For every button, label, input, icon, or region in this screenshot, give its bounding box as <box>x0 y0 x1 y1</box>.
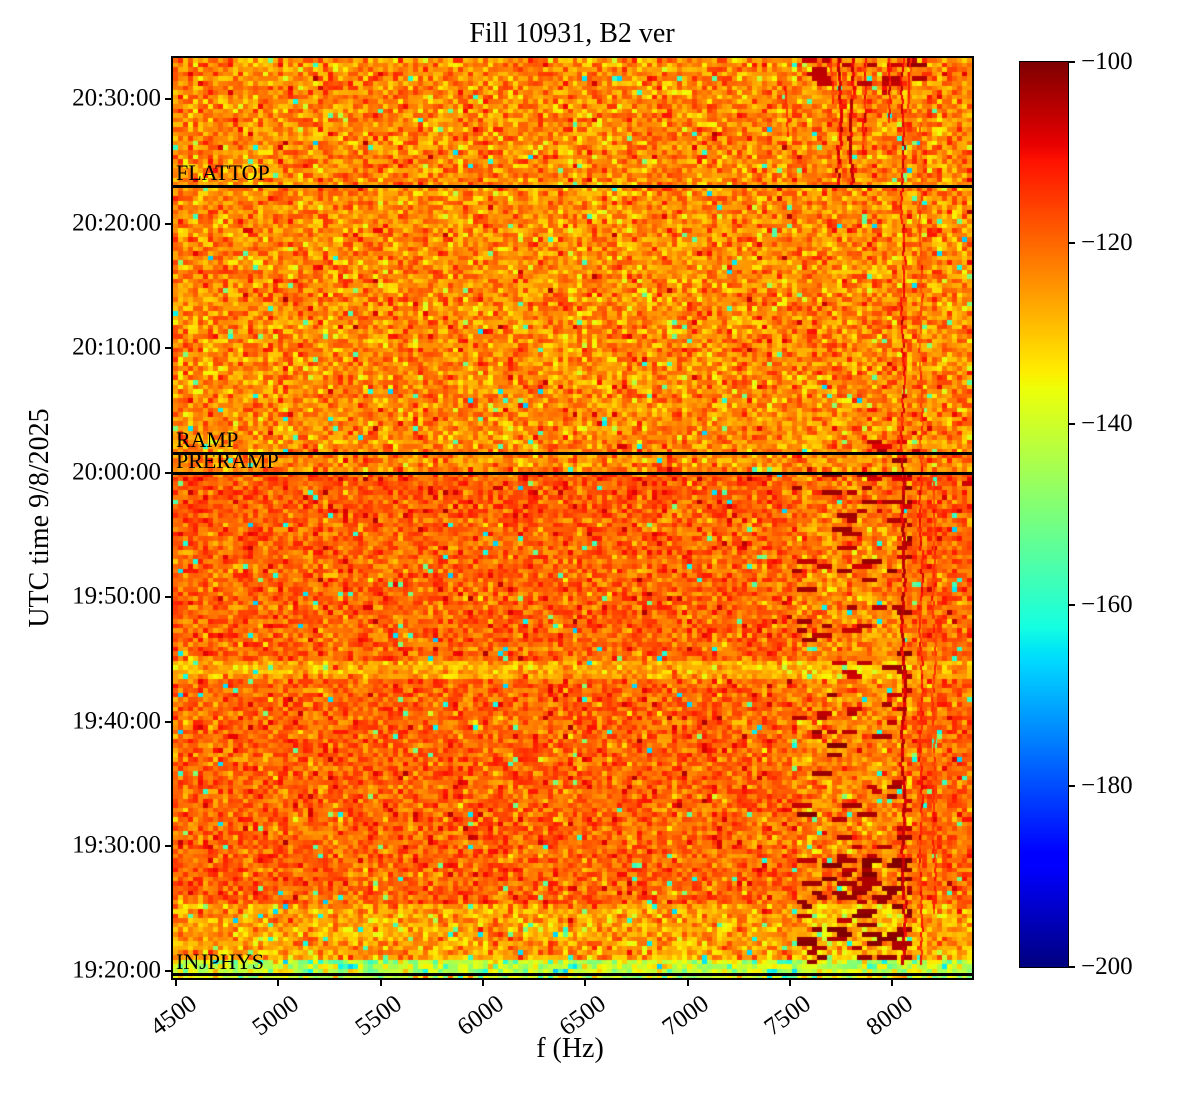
beam-mode-label-injphys: INJPHYS <box>176 948 265 974</box>
x-tick-label: 5500 <box>350 990 407 1042</box>
colorbar-tick-label: −140 <box>1081 410 1133 437</box>
colorbar-tick-mark <box>1069 423 1075 425</box>
beam-mode-line-preramp <box>173 472 972 476</box>
beam-mode-line-flattop <box>173 184 972 188</box>
colorbar-tick-label: −180 <box>1081 772 1133 799</box>
y-tick-label: 20:30:00 <box>72 84 161 112</box>
x-tick-mark <box>584 980 587 986</box>
figure: Fill 10931, B2 ver UTC time 9/8/2025 f (… <box>0 0 1200 1100</box>
y-tick-label: 20:10:00 <box>72 333 161 361</box>
x-tick-mark <box>788 980 791 986</box>
colorbar-tick-mark <box>1069 242 1075 244</box>
x-tick-label: 8000 <box>861 990 919 1042</box>
spectrogram-canvas <box>173 58 972 978</box>
y-tick-mark <box>165 969 171 972</box>
beam-mode-label-flattop: FLATTOP <box>176 160 270 186</box>
colorbar-tick-mark <box>1069 966 1075 968</box>
beam-mode-label-preramp: PRERAMP <box>176 447 279 473</box>
colorbar-tick-label: −120 <box>1081 229 1133 256</box>
y-tick-mark <box>165 596 171 599</box>
y-tick-mark <box>165 720 171 723</box>
x-tick-mark <box>379 980 382 986</box>
y-tick-mark <box>165 98 171 101</box>
x-tick-label: 7500 <box>759 990 816 1042</box>
colorbar-tick-mark <box>1069 604 1075 606</box>
x-tick-mark <box>686 980 689 986</box>
x-tick-label: 4500 <box>145 990 202 1042</box>
y-axis-label: UTC time 9/8/2025 <box>24 408 55 628</box>
colorbar-tick-mark <box>1069 785 1075 787</box>
x-tick-mark <box>277 980 280 986</box>
x-tick-label: 6000 <box>452 990 509 1042</box>
y-tick-mark <box>165 471 171 474</box>
y-tick-label: 20:00:00 <box>72 458 161 486</box>
beam-mode-line-injphys <box>173 973 972 977</box>
y-tick-label: 19:50:00 <box>72 582 161 610</box>
x-tick-label: 7000 <box>657 990 714 1042</box>
y-tick-label: 19:20:00 <box>72 956 161 984</box>
y-tick-label: 19:40:00 <box>72 707 161 735</box>
plot-frame <box>171 56 974 980</box>
colorbar-tick-mark <box>1069 61 1075 63</box>
colorbar-canvas <box>1020 62 1068 967</box>
x-tick-mark <box>891 980 894 986</box>
y-tick-mark <box>165 845 171 848</box>
colorbar-tick-label: −160 <box>1081 591 1133 618</box>
beam-mode-line-ramp <box>173 451 972 455</box>
colorbar-tick-label: −200 <box>1081 953 1133 980</box>
x-tick-mark <box>175 980 178 986</box>
plot-title: Fill 10931, B2 ver <box>469 18 675 49</box>
colorbar-frame <box>1019 61 1069 968</box>
colorbar-tick-label: −100 <box>1081 48 1133 75</box>
y-tick-mark <box>165 222 171 225</box>
y-tick-label: 19:30:00 <box>72 831 161 859</box>
y-tick-label: 20:20:00 <box>72 209 161 237</box>
y-tick-mark <box>165 347 171 350</box>
x-tick-mark <box>481 980 484 986</box>
x-tick-label: 5000 <box>247 990 305 1042</box>
